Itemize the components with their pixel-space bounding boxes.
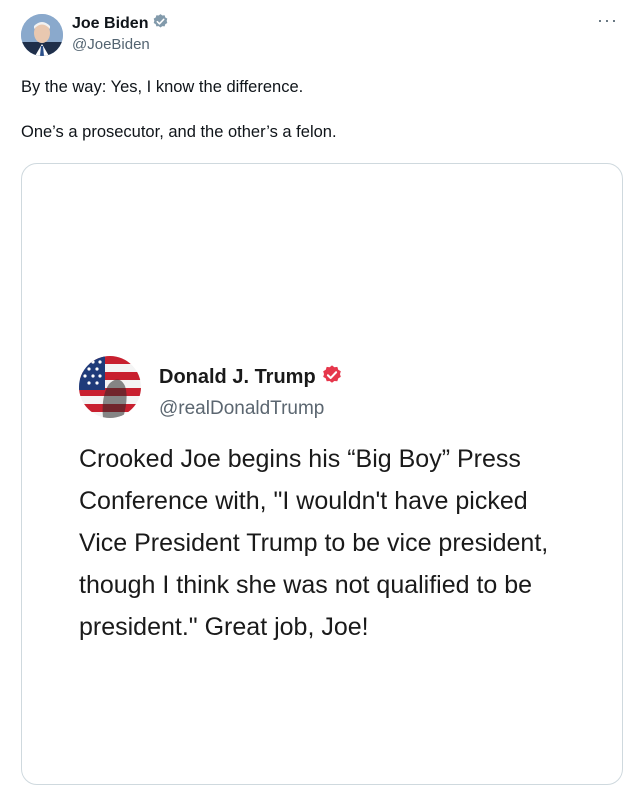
- more-options-icon[interactable]: ···: [597, 10, 618, 31]
- quoted-avatar: [79, 356, 141, 418]
- tweet-text: By the way: Yes, I know the difference. …: [21, 76, 611, 143]
- author-name[interactable]: Joe Biden: [72, 15, 148, 33]
- quoted-author-handle: @realDonaldTrump: [159, 398, 325, 419]
- verified-badge-icon: [152, 13, 169, 35]
- author-handle[interactable]: @JoeBiden: [72, 36, 150, 53]
- quoted-name-row: Donald J. Trump: [159, 364, 343, 391]
- author-name-row: Joe Biden: [72, 13, 169, 35]
- quoted-post-text: Crooked Joe begins his “Big Boy” Press C…: [79, 445, 549, 641]
- media-card[interactable]: Donald J. Trump @realDonaldTrump Crooked…: [21, 163, 623, 785]
- avatar[interactable]: [21, 14, 63, 56]
- tweet-text-line: By the way: Yes, I know the difference.: [21, 78, 304, 96]
- tweet-text-line: One’s a prosecutor, and the other’s a fe…: [21, 123, 337, 141]
- truth-verified-icon: [321, 364, 343, 391]
- quoted-author-name: Donald J. Trump: [159, 366, 316, 388]
